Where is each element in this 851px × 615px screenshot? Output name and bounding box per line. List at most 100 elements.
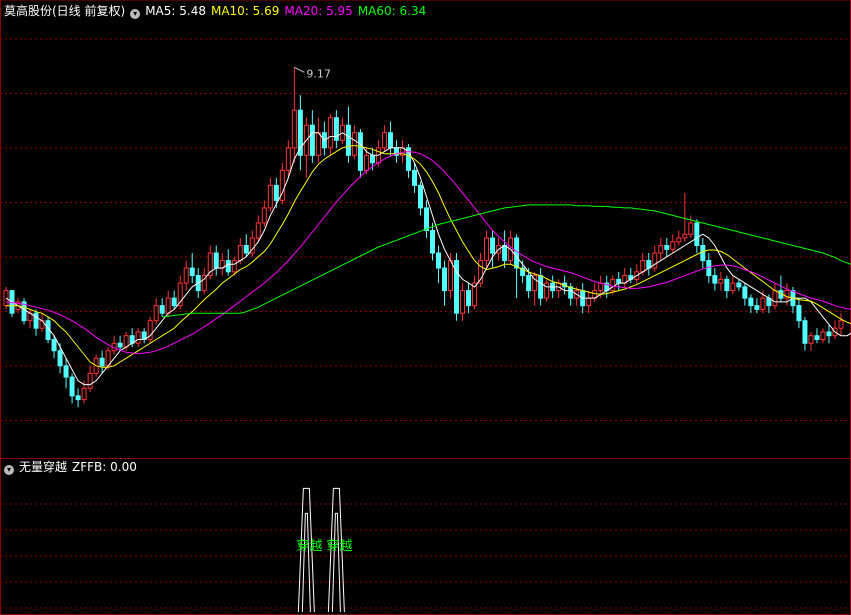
main-panel-grid [0, 0, 851, 615]
candle-body [381, 132, 387, 149]
candle-body [430, 229, 436, 254]
candle-body [57, 350, 63, 367]
moving-average-lines [5, 132, 851, 386]
candle-body [736, 282, 742, 288]
zffb-signal-series: 穿越 穿越 [296, 487, 352, 613]
high-marker-label: 9.17 [306, 67, 331, 80]
candle-body [658, 245, 664, 254]
candle-body [826, 331, 832, 337]
candle-body [742, 286, 748, 299]
candle-body [411, 169, 417, 186]
dropdown-chevron-icon[interactable]: ▾ [4, 465, 14, 475]
kline-chart[interactable]: 9.17 穿越 穿越 [0, 0, 851, 615]
candle-body [460, 290, 466, 314]
candle-body [808, 335, 814, 344]
candle-body [694, 222, 700, 247]
candle-body [568, 286, 574, 299]
candle-body [718, 278, 724, 284]
candle-body [261, 207, 267, 224]
candle-body [754, 305, 760, 310]
candle-body [652, 252, 658, 269]
ma10-label: MA10: 5.69 [210, 4, 280, 18]
indicator-title: 无量穿越 [19, 460, 68, 474]
indicator-header: ▾ 无量穿越 ZFFB: 0.00 [4, 460, 142, 475]
ma20-label: MA20: 5.95 [284, 4, 353, 18]
candle-body [99, 357, 105, 367]
candle-body [814, 335, 820, 340]
candle-body [237, 245, 243, 262]
candle-body [796, 305, 802, 322]
candle-body [442, 267, 448, 292]
candle-body [33, 312, 39, 329]
candle-body [63, 365, 69, 378]
candle-body [243, 245, 249, 254]
ma-line-ma5 [5, 132, 851, 386]
candle-body [267, 184, 273, 209]
candle-body [598, 282, 604, 292]
candle-body [273, 184, 279, 201]
candle-body [363, 154, 369, 171]
candle-body [586, 297, 592, 307]
ma-line-ma10 [6, 144, 851, 368]
candle-body [69, 376, 75, 397]
candle-body [466, 290, 472, 307]
candle-body [538, 275, 544, 299]
candle-body [309, 124, 315, 156]
candle-body [153, 305, 159, 322]
stock-title: 莫高股份(日线 前复权) [4, 4, 126, 18]
candle-body [285, 147, 291, 171]
main-chart-header: 莫高股份(日线 前复权) ▾ MA5: 5.48 MA10: 5.69 MA20: 5.… [4, 4, 431, 19]
zffb-value: ZFFB: 0.00 [72, 460, 137, 474]
candle-body [357, 132, 363, 171]
candle-body [502, 245, 508, 262]
candle-body [544, 282, 550, 299]
candle-body [436, 252, 442, 269]
candle-body [369, 154, 375, 164]
candle-body [610, 278, 616, 292]
candle-body [700, 245, 706, 262]
high-price-marker: 9.17 [294, 66, 331, 80]
candle-body [640, 260, 646, 273]
candle-body [526, 275, 532, 292]
ma60-label: MA60: 6.34 [357, 4, 427, 18]
candle-body [225, 260, 231, 273]
candle-body [291, 109, 297, 149]
candle-body [213, 252, 219, 269]
ma5-label: MA5: 5.48 [145, 4, 206, 18]
candle-body [772, 290, 778, 307]
candle-body [327, 117, 333, 149]
indicator-panel-grid [0, 503, 851, 609]
candle-body [688, 222, 694, 235]
candle-body [315, 132, 321, 156]
signal-label: 穿越 [326, 538, 352, 554]
dropdown-chevron-icon[interactable]: ▾ [130, 9, 141, 19]
signal-spike-inner [301, 512, 311, 613]
candle-body [345, 124, 351, 156]
candle-body [724, 278, 730, 292]
candle-body [448, 260, 454, 292]
candle-body [484, 237, 490, 262]
candle-body [255, 222, 261, 239]
candle-body [676, 237, 682, 243]
candle-body [682, 233, 688, 239]
candle-body [189, 267, 195, 277]
candle-body [117, 342, 123, 348]
candle-body [165, 297, 171, 314]
candle-body [616, 278, 622, 284]
candle-body [123, 335, 129, 348]
candle-body [490, 237, 496, 254]
high-marker-leader [294, 66, 305, 73]
candle-body [231, 260, 237, 273]
candle-body [387, 132, 393, 149]
candle-body [81, 387, 87, 401]
candle-body [171, 297, 177, 307]
candle-body [159, 305, 165, 314]
candle-body [838, 320, 844, 329]
candle-body [424, 207, 429, 231]
candle-body [748, 297, 754, 307]
candle-body [87, 372, 93, 389]
candle-body [802, 320, 808, 344]
candle-body [351, 132, 357, 156]
candle-body [730, 282, 736, 292]
candle-body [760, 297, 766, 310]
